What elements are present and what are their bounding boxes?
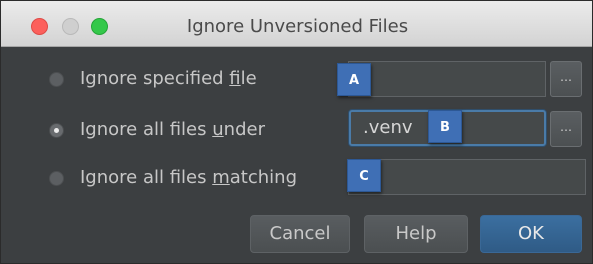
specified-file-input[interactable] xyxy=(348,61,546,97)
label-ignore-specified-file[interactable]: Ignore specified file xyxy=(80,68,257,90)
callout-badge-b: B xyxy=(428,110,462,143)
option-row-files-matching: Ignore all files matching xyxy=(1,158,592,198)
label-ignore-files-under[interactable]: Ignore all files under xyxy=(80,119,265,141)
dialog-title: Ignore Unversioned Files xyxy=(186,16,409,37)
files-matching-input[interactable] xyxy=(348,159,586,195)
radio-ignore-files-matching[interactable] xyxy=(49,171,64,186)
title-bar[interactable]: Ignore Unversioned Files xyxy=(1,1,592,47)
browse-file-button[interactable]: … xyxy=(550,61,582,97)
label-ignore-files-matching[interactable]: Ignore all files matching xyxy=(80,167,297,189)
ignore-unversioned-files-dialog: Ignore Unversioned Files Ignore specifie… xyxy=(0,0,593,264)
radio-ignore-specified-file[interactable] xyxy=(49,72,64,87)
callout-badge-c: C xyxy=(347,159,381,192)
radio-ignore-files-under[interactable] xyxy=(49,123,64,138)
option-row-specified-file: Ignore specified file … xyxy=(1,59,592,99)
option-row-files-under: Ignore all files under .venv … xyxy=(1,110,592,150)
browse-directory-button[interactable]: … xyxy=(550,111,582,147)
callout-badge-a: A xyxy=(337,63,371,96)
ok-button[interactable]: OK xyxy=(480,215,582,253)
help-button[interactable]: Help xyxy=(364,215,468,253)
cancel-button[interactable]: Cancel xyxy=(250,215,350,253)
radio-selected-dot xyxy=(54,128,59,133)
